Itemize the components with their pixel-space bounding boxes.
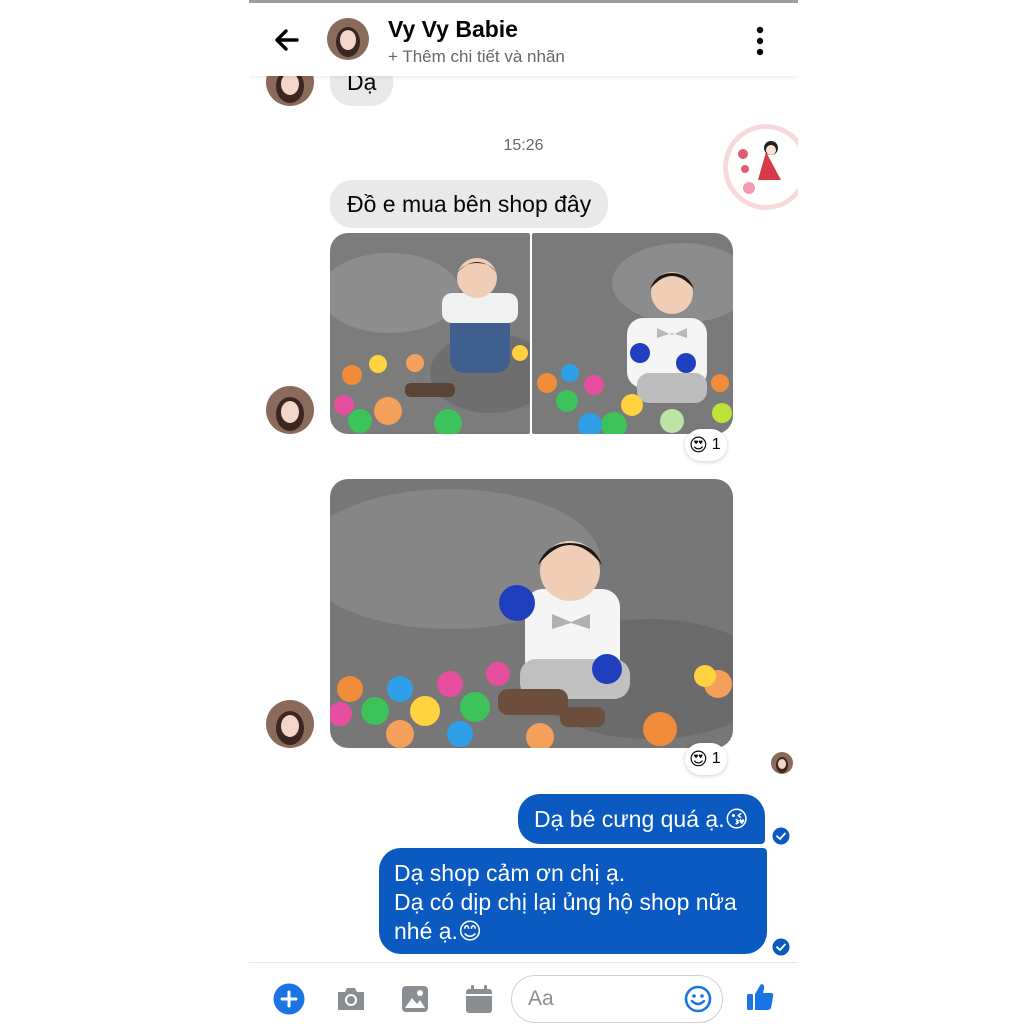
sent-check-icon: [772, 938, 790, 956]
emoji-icon[interactable]: [684, 985, 712, 1013]
plus-icon[interactable]: [273, 983, 305, 1015]
message-text-line: Dạ có dịp chị lại ủng hộ shop nữa: [394, 889, 737, 915]
message-bubble-incoming[interactable]: Đồ e mua bên shop đây: [330, 180, 609, 228]
add-details-link[interactable]: + Thêm chi tiết và nhãn: [388, 47, 565, 67]
heart-eyes-emoji-icon: 😍: [689, 748, 708, 769]
reaction-badge[interactable]: 😍 1: [685, 429, 727, 461]
message-input-placeholder: Aa: [528, 987, 554, 1010]
heart-eyes-emoji-icon: 😍: [689, 434, 708, 455]
contact-name[interactable]: Vy Vy Babie: [388, 16, 518, 43]
calendar-icon[interactable]: [463, 983, 495, 1015]
message-timestamp: 15:26: [503, 137, 544, 154]
message-bubble-outgoing[interactable]: Dạ shop cảm ơn chị ạ. Dạ có dịp chị lại …: [379, 848, 767, 954]
photo-attachment[interactable]: [532, 233, 733, 434]
chat-header: Vy Vy Babie + Thêm chi tiết và nhãn: [249, 3, 798, 76]
messenger-screen: Vy Vy Babie + Thêm chi tiết và nhãn Dạ 1…: [249, 0, 798, 1024]
reaction-count: 1: [711, 436, 721, 453]
message-bubble-outgoing[interactable]: Dạ bé cưng quá ạ.😘: [518, 794, 765, 844]
arrow-left-icon[interactable]: [271, 23, 301, 57]
message-text: Dạ bé cưng quá ạ.😘: [534, 806, 749, 832]
message-text-line: Dạ shop cảm ơn chị ạ.: [394, 860, 626, 886]
message-text-line: nhé ạ.😊: [394, 918, 482, 944]
gallery-icon[interactable]: [400, 984, 430, 1014]
reaction-count: 1: [711, 750, 721, 767]
seen-avatar: [771, 752, 793, 774]
reaction-badge[interactable]: 😍 1: [685, 743, 727, 775]
shop-sticker-avatar: [723, 124, 798, 210]
kebab-menu-icon[interactable]: [749, 24, 771, 58]
contact-avatar-small: [266, 386, 314, 434]
contact-avatar[interactable]: [327, 18, 369, 60]
photo-attachment[interactable]: [330, 479, 733, 748]
like-icon[interactable]: [744, 981, 776, 1013]
sent-check-icon: [772, 827, 790, 845]
message-composer: Aa: [249, 962, 798, 1024]
photo-attachment[interactable]: [330, 233, 530, 434]
camera-icon[interactable]: [335, 985, 367, 1013]
contact-avatar-small: [266, 700, 314, 748]
message-input[interactable]: Aa: [511, 975, 723, 1023]
